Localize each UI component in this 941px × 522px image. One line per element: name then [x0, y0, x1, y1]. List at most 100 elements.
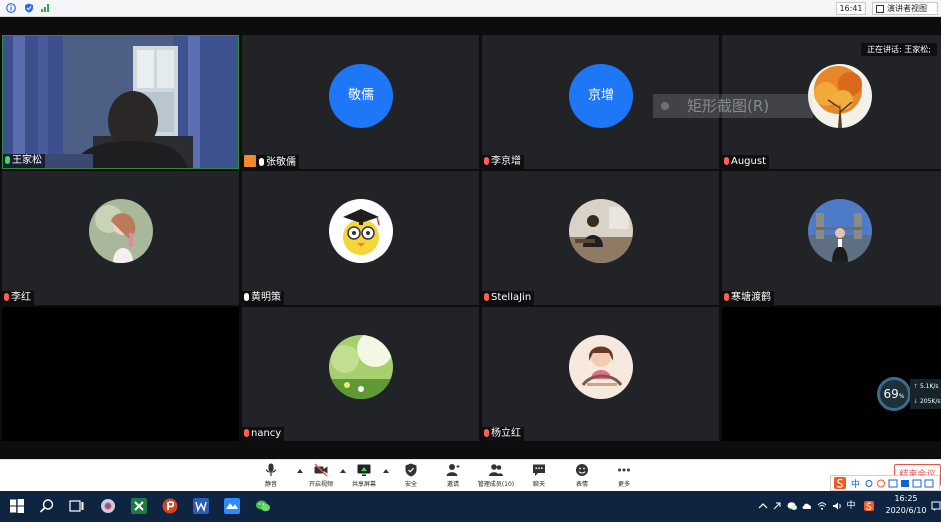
- participant-name: August: [731, 156, 766, 167]
- usage-gauge[interactable]: 69%: [877, 377, 911, 411]
- notification-icon[interactable]: [931, 501, 941, 511]
- chat-button[interactable]: 聊天: [527, 462, 551, 490]
- share-screen-button[interactable]: 共享屏幕: [349, 462, 379, 490]
- volume-icon[interactable]: [832, 501, 842, 511]
- video-tile-stellajin[interactable]: StellaJin: [482, 171, 719, 305]
- girl-photo-icon: [89, 199, 153, 263]
- participant-name-tag: 寒塘渡鹤: [722, 291, 774, 305]
- invite-button[interactable]: 邀请: [441, 462, 465, 490]
- excel-icon[interactable]: [131, 498, 147, 514]
- video-tile-zhangjingru[interactable]: 敬儒 张敬儒: [242, 35, 479, 169]
- screenshot-menu-item[interactable]: 矩形截图(R): [653, 94, 813, 118]
- download-value: 205K/s: [919, 398, 941, 405]
- video-tile-hantangduhe[interactable]: 寒塘渡鹤: [722, 171, 941, 305]
- sogou-ime-icon: [834, 477, 846, 489]
- mic-muted-icon: [484, 429, 489, 437]
- wechat-tray-icon[interactable]: [787, 501, 797, 511]
- task-view-icon[interactable]: [69, 498, 85, 514]
- security-button[interactable]: 安全: [399, 462, 423, 490]
- gauge-percent: 69: [883, 387, 899, 401]
- participant-name-tag: 黄明策: [242, 291, 284, 305]
- windows-taskbar: 中 16:25 2020/6/10: [0, 491, 941, 522]
- browser-app-icon[interactable]: [100, 498, 116, 514]
- meeting-toolbar: 静音 开启视频 共享屏幕 安全 邀请 管理成员(10) 聊天 表情 更多 中: [0, 459, 941, 491]
- bridge-photo-icon: [808, 199, 872, 263]
- participant-avatar: [808, 199, 872, 263]
- video-off-icon: [314, 463, 328, 477]
- invite-label: 邀请: [446, 481, 459, 488]
- video-tile-huangmingce[interactable]: 黄明策: [242, 171, 479, 305]
- more-button[interactable]: 更多: [612, 462, 636, 490]
- video-options-caret[interactable]: [340, 469, 346, 473]
- system-date: 2020/6/10: [885, 506, 927, 515]
- participant-name: 张敬儒: [266, 157, 296, 168]
- mute-button[interactable]: 静音: [258, 462, 284, 490]
- ime-toolbar[interactable]: 中: [830, 475, 940, 491]
- participant-name: 黄明策: [251, 292, 281, 303]
- search-icon[interactable]: [39, 498, 55, 514]
- powerpoint-icon[interactable]: [162, 498, 178, 514]
- ime-language: 中: [851, 480, 861, 490]
- system-clock[interactable]: 16:25 2020/6/10: [884, 493, 928, 517]
- autumn-tree-photo-icon: [808, 64, 872, 128]
- cloud-tray-icon[interactable]: [802, 501, 812, 511]
- participant-name-tag: 王家松: [3, 154, 45, 168]
- participant-name-tag: StellaJin: [482, 291, 535, 305]
- participant-avatar: [89, 199, 153, 263]
- ime-tools-icon: [865, 479, 934, 488]
- language-indicator[interactable]: 中: [846, 501, 856, 511]
- more-dots-icon: [618, 468, 630, 472]
- empty-tile: [2, 307, 239, 441]
- meeting-clock: 16:41: [836, 2, 866, 15]
- cartoon-graduate-icon: [329, 199, 393, 263]
- mic-muted-icon: [4, 293, 9, 301]
- speaker-view-button[interactable]: 演讲者视图: [872, 2, 938, 15]
- participant-name: StellaJin: [491, 292, 532, 303]
- mic-muted-icon: [724, 293, 729, 301]
- menu-dot-icon: [661, 102, 669, 110]
- participant-name-tag: 李红: [2, 291, 34, 305]
- chevron-up-icon[interactable]: [758, 501, 768, 511]
- participant-avatar: 敬儒: [329, 64, 393, 128]
- participants-label: 管理成员(10): [477, 481, 515, 488]
- tray-arrow-icon[interactable]: [772, 501, 782, 511]
- mic-muted-icon: [724, 157, 729, 165]
- doll-photo-icon: [569, 335, 633, 399]
- tencent-meeting-icon[interactable]: [224, 498, 240, 514]
- manage-participants-button[interactable]: 管理成员(10): [476, 462, 516, 490]
- smiley-icon: [576, 464, 588, 476]
- speaker-view-label: 演讲者视图: [887, 4, 927, 13]
- reactions-button[interactable]: 表情: [570, 462, 594, 490]
- share-screen-icon: [357, 464, 371, 476]
- mic-on-icon: [5, 156, 10, 164]
- audio-options-caret[interactable]: [297, 469, 303, 473]
- video-tile-wangjiasong[interactable]: 王家松: [2, 35, 239, 169]
- grid-view-icon: [876, 5, 884, 13]
- host-icon: [244, 155, 256, 167]
- start-video-button[interactable]: 开启视频: [306, 462, 336, 490]
- windows-start-icon[interactable]: [9, 498, 25, 514]
- info-icon[interactable]: [6, 3, 16, 13]
- upload-speed: ↑ 5.1K/s: [913, 383, 939, 390]
- mic-muted-icon: [484, 157, 489, 165]
- participant-name-tag: 张敬儒: [242, 155, 299, 169]
- download-speed: ↓ 205K/s: [913, 398, 941, 405]
- nature-photo-icon: [329, 335, 393, 399]
- participant-avatar: [329, 199, 393, 263]
- wechat-icon[interactable]: [255, 498, 271, 514]
- video-tile-lihong[interactable]: 李红: [2, 171, 239, 305]
- participant-avatar: [569, 335, 633, 399]
- signal-strength-icon[interactable]: [40, 3, 50, 13]
- network-speed-panel: ↑ 5.1K/s ↓ 205K/s: [910, 379, 941, 409]
- shield-icon[interactable]: [24, 3, 34, 13]
- video-tile-yanglihong[interactable]: 杨立红: [482, 307, 719, 441]
- wifi-icon[interactable]: [817, 501, 827, 511]
- participant-name-tag: August: [722, 155, 769, 169]
- participant-name-tag: 杨立红: [482, 427, 524, 441]
- share-options-caret[interactable]: [383, 469, 389, 473]
- video-tile-nancy[interactable]: nancy: [242, 307, 479, 441]
- sogou-tray-icon[interactable]: [864, 501, 874, 511]
- empty-tile: [722, 307, 941, 441]
- participant-name: nancy: [251, 428, 282, 439]
- word-icon[interactable]: [193, 498, 209, 514]
